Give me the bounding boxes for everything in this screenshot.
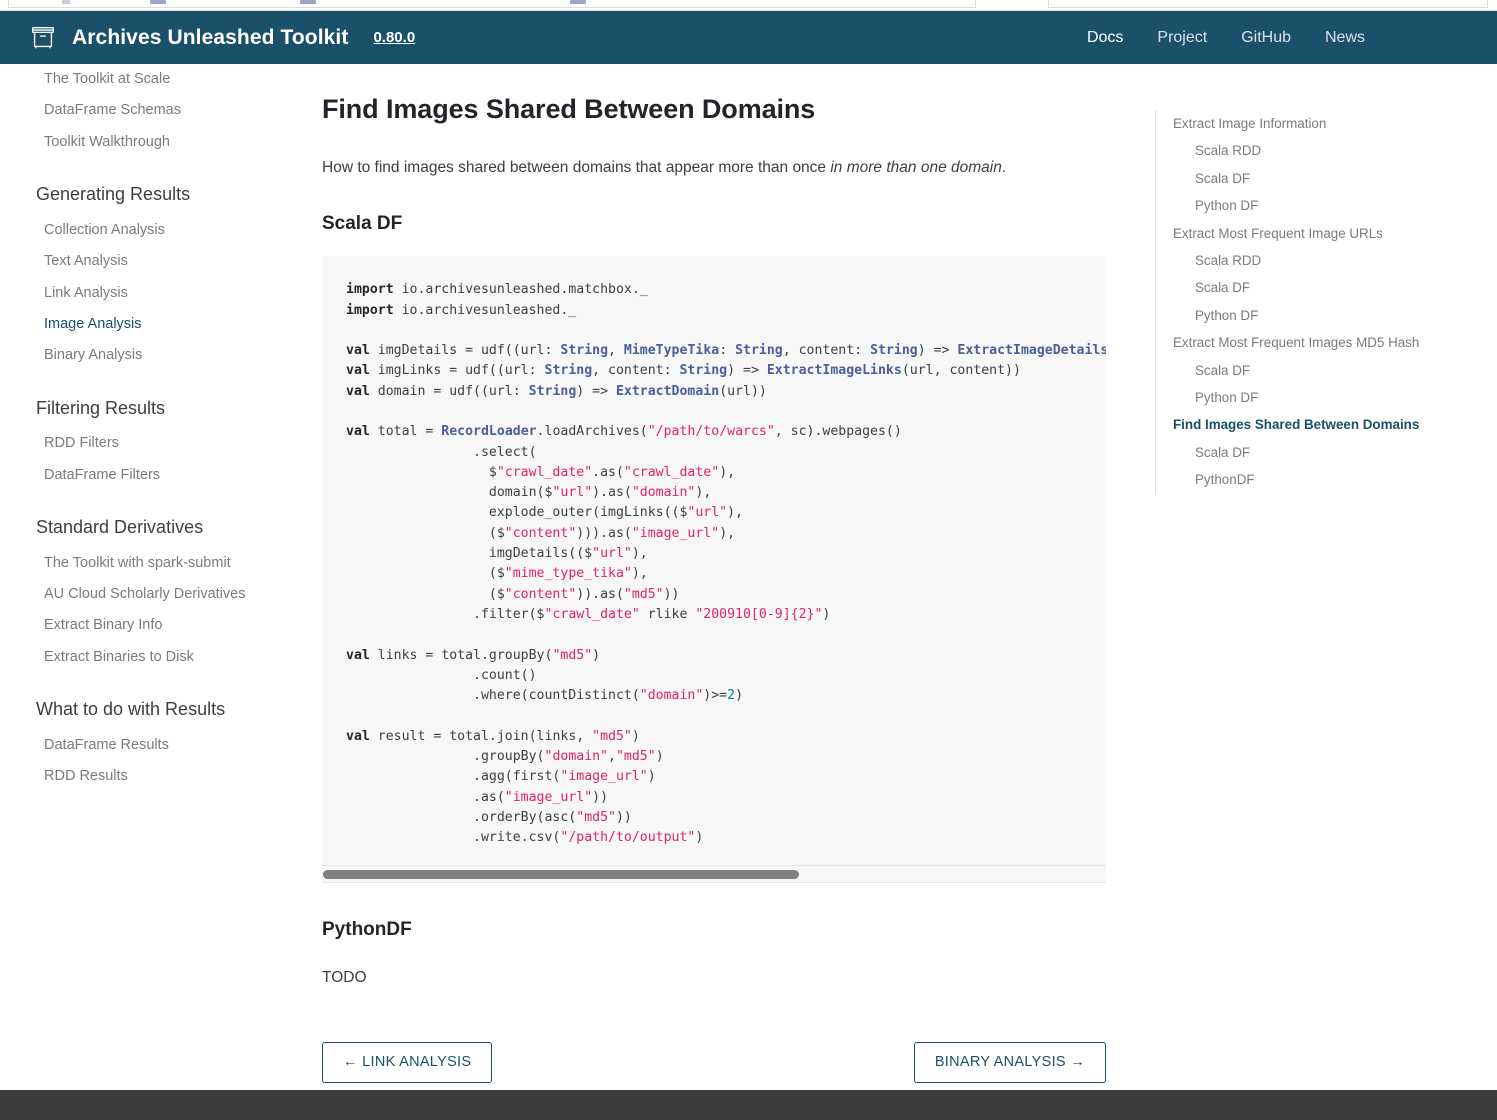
toc-item-scala-rdd[interactable]: Scala RDD xyxy=(1173,137,1485,164)
sidebar-item-au-cloud-scholarly-derivatives[interactable]: AU Cloud Scholarly Derivatives xyxy=(36,579,286,610)
next-page-button[interactable]: BINARY ANALYSIS → xyxy=(913,1041,1106,1084)
site-header: Archives Unleashed Toolkit 0.80.0 Docs P… xyxy=(0,11,1497,64)
sidebar-item-the-toolkit-with-spark-submit[interactable]: The Toolkit with spark-submit xyxy=(36,548,286,579)
toc-item-find-images-shared-between-domains[interactable]: Find Images Shared Between Domains xyxy=(1173,411,1485,438)
brand-title: Archives Unleashed Toolkit xyxy=(72,25,349,49)
toc-item-python-df-3[interactable]: Python DF xyxy=(1173,384,1485,411)
table-of-contents: Extract Image Information Scala RDD Scal… xyxy=(1155,110,1485,494)
sidebar-heading-what-to-do-with-results: What to do with Results xyxy=(36,699,226,720)
toc-item-scala-df-3[interactable]: Scala DF xyxy=(1173,357,1485,384)
toc-item-extract-most-frequent-images-md5-hash[interactable]: Extract Most Frequent Images MD5 Hash xyxy=(1173,329,1485,356)
brand-version-link[interactable]: 0.80.0 xyxy=(373,29,415,46)
python-df-body: TODO xyxy=(322,968,367,986)
page-title: Find Images Shared Between Domains xyxy=(322,94,816,124)
intro-text: How to find images shared between domain… xyxy=(322,158,831,176)
sidebar-item-binary-analysis[interactable]: Binary Analysis xyxy=(36,340,286,371)
sidebar-item-dataframe-schemas[interactable]: DataFrame Schemas xyxy=(36,95,286,126)
documentation-page: Archives Unleashed Toolkit 0.80.0 Docs P… xyxy=(0,0,1497,1120)
sliver-mark xyxy=(300,0,316,4)
sidebar-item-dataframe-filters[interactable]: DataFrame Filters xyxy=(36,460,286,491)
toc-item-extract-most-frequent-image-urls[interactable]: Extract Most Frequent Image URLs xyxy=(1173,220,1485,247)
intro-emphasis: in more than one domain xyxy=(830,158,1002,176)
code-scroll-viewport[interactable]: import io.archivesunleashed.matchbox._ i… xyxy=(322,256,1106,864)
toc-item-python-df[interactable]: Python DF xyxy=(1173,192,1485,219)
topnav-item-project[interactable]: Project xyxy=(1157,29,1207,47)
sidebar-item-image-analysis[interactable]: Image Analysis xyxy=(36,309,286,340)
sidebar-item-extract-binary-info[interactable]: Extract Binary Info xyxy=(36,610,286,641)
code-horizontal-scrollbar[interactable] xyxy=(322,864,1106,882)
sliver-mark xyxy=(570,0,586,4)
code-content: import io.archivesunleashed.matchbox._ i… xyxy=(346,282,1106,846)
toc-item-python-df-2[interactable]: Python DF xyxy=(1173,302,1485,329)
topnav-item-news[interactable]: News xyxy=(1325,29,1365,47)
sliver-mark xyxy=(62,0,70,4)
browser-chrome-sliver xyxy=(0,0,1497,11)
site-footer xyxy=(0,1090,1497,1120)
pagination-nav: ← LINK ANALYSIS BINARY ANALYSIS → xyxy=(322,1041,1106,1084)
browser-tab-stub-secondary xyxy=(1048,0,1488,8)
toc-item-scala-df-2[interactable]: Scala DF xyxy=(1173,274,1485,301)
toc-item-scala-df-4[interactable]: Scala DF xyxy=(1173,439,1485,466)
sidebar-item-the-toolkit-at-scale[interactable]: The Toolkit at Scale xyxy=(36,64,286,95)
previous-page-button[interactable]: ← LINK ANALYSIS xyxy=(322,1041,493,1084)
intro-paragraph: How to find images shared between domain… xyxy=(322,157,1122,179)
section-heading-python-df: PythonDF xyxy=(322,918,412,940)
sliver-mark xyxy=(150,0,166,4)
sidebar-item-dataframe-results[interactable]: DataFrame Results xyxy=(36,730,286,761)
sidebar-heading-standard-derivatives: Standard Derivatives xyxy=(36,517,204,538)
archive-box-icon xyxy=(28,23,58,53)
sidebar-item-extract-binaries-to-disk[interactable]: Extract Binaries to Disk xyxy=(36,642,286,673)
sidebar-item-rdd-filters[interactable]: RDD Filters xyxy=(36,428,286,459)
brand-home-link[interactable]: Archives Unleashed Toolkit 0.80.0 xyxy=(28,23,415,53)
left-sidebar-nav: The Toolkit at Scale DataFrame Schemas T… xyxy=(0,64,310,793)
sidebar-item-toolkit-walkthrough[interactable]: Toolkit Walkthrough xyxy=(36,127,286,158)
topnav-item-docs[interactable]: Docs xyxy=(1087,29,1123,47)
sidebar-item-rdd-results[interactable]: RDD Results xyxy=(36,761,286,792)
sidebar-item-text-analysis[interactable]: Text Analysis xyxy=(36,246,286,277)
sidebar-item-collection-analysis[interactable]: Collection Analysis xyxy=(36,215,286,246)
topnav-item-github[interactable]: GitHub xyxy=(1241,29,1291,47)
toc-item-scala-rdd-2[interactable]: Scala RDD xyxy=(1173,247,1485,274)
scrollbar-thumb[interactable] xyxy=(323,869,799,879)
toc-item-scala-df[interactable]: Scala DF xyxy=(1173,165,1485,192)
toc-item-extract-image-information[interactable]: Extract Image Information xyxy=(1173,110,1485,137)
top-navigation: Docs Project GitHub News xyxy=(1087,29,1469,47)
section-heading-scala-df: Scala DF xyxy=(322,213,403,235)
sidebar-heading-filtering-results: Filtering Results xyxy=(36,397,166,418)
sidebar-item-link-analysis[interactable]: Link Analysis xyxy=(36,278,286,309)
toc-item-pythondf[interactable]: PythonDF xyxy=(1173,466,1485,493)
main-content: Find Images Shared Between Domains How t… xyxy=(322,64,1122,1084)
sidebar-heading-generating-results: Generating Results xyxy=(36,184,191,205)
intro-suffix: . xyxy=(1001,158,1007,176)
code-block-scala-df: import io.archivesunleashed.matchbox._ i… xyxy=(322,256,1106,883)
